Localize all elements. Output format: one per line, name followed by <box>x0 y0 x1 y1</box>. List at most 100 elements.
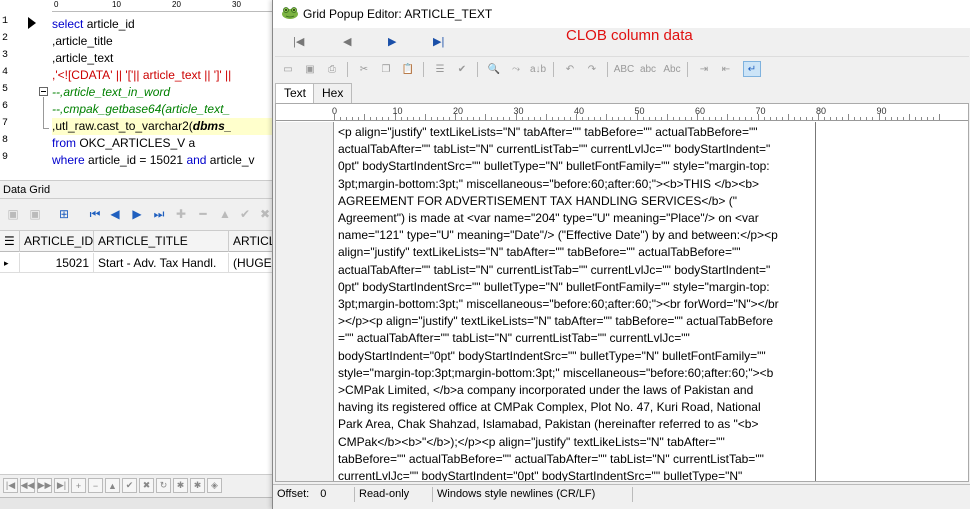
ruler-minor-tick <box>539 117 541 120</box>
nav-first-icon[interactable]: |◀ <box>3 478 18 493</box>
indent-icon[interactable]: ⇥ <box>695 61 713 77</box>
content-line: ="" actualTabAfter="" tabList="N" curren… <box>338 331 690 346</box>
ruler-minor-tick <box>739 117 741 120</box>
column-header[interactable]: ARTICLE_TITLE <box>94 231 229 252</box>
redo-icon[interactable]: ↷ <box>583 61 601 77</box>
content-line: Park Area, Chak Shahzad, Islamabad, Paki… <box>338 417 759 432</box>
line-number: 9 <box>2 152 9 163</box>
line-number: 4 <box>2 67 9 78</box>
grid-corner-icon[interactable]: ☰ <box>0 231 20 252</box>
content-line: 0pt" bodyStartIndentSrc="" bulletType="N… <box>338 279 770 294</box>
cell-article-title[interactable]: Start - Adv. Tax Handl. <box>94 253 229 273</box>
grid-options-icon[interactable]: ⊞ <box>55 205 73 223</box>
ruler-tick: 20 <box>172 0 181 9</box>
column-header[interactable]: ARTICLE <box>229 231 275 252</box>
paste-icon[interactable]: 📋 <box>399 61 417 77</box>
row-indicator-icon: ▸ <box>0 253 20 273</box>
ruler-minor-tick <box>811 117 813 120</box>
fold-collapse-icon[interactable] <box>39 87 48 96</box>
delete-record-icon[interactable]: ━ <box>194 205 212 223</box>
nav-refresh-icon[interactable]: ↻ <box>156 478 171 493</box>
toolbar-separator <box>423 62 424 77</box>
prior-record-icon[interactable]: ◀ <box>343 35 351 48</box>
code-text: ,article_text <box>52 51 114 65</box>
ruler-minor-tick <box>527 117 529 120</box>
outdent-icon[interactable]: ⇤ <box>717 61 735 77</box>
code-text: article_v <box>206 153 255 167</box>
clob-content[interactable]: <p align="justify" textLikeLists="N" tab… <box>338 124 818 481</box>
replace-icon[interactable]: a↓b <box>529 61 547 77</box>
cell-article-id[interactable]: 15021 <box>20 253 94 273</box>
line-number: 6 <box>2 101 9 112</box>
ruler-minor-tick <box>678 117 680 120</box>
sql-editor[interactable]: 0 10 20 30 1 2 3 4 5 6 7 8 9 select arti… <box>0 0 275 180</box>
sql-code[interactable]: select article_id ,article_title ,articl… <box>52 12 274 180</box>
last-record-icon[interactable]: ⏭ <box>150 205 168 223</box>
nav-bookmark-icon[interactable]: ✱ <box>173 478 188 493</box>
code-line: ,article_text <box>52 50 113 67</box>
nav-prior-page-icon[interactable]: ◀◀ <box>20 478 35 493</box>
tab-text[interactable]: Text <box>275 83 316 104</box>
ruler-minor-tick <box>896 117 898 120</box>
grid-popup-editor-window: Grid Popup Editor: ARTICLE_TEXT |◀ ◀ ▶ ▶… <box>272 0 970 509</box>
comment-text: --,article_text_in_word <box>52 85 171 99</box>
nav-last-icon[interactable]: ▶| <box>54 478 69 493</box>
ruler-minor-tick <box>666 114 668 120</box>
undo-icon[interactable]: ↶ <box>561 61 579 77</box>
nav-cancel-icon[interactable]: ✖ <box>139 478 154 493</box>
next-record-icon[interactable]: ▶ <box>128 205 146 223</box>
find-icon[interactable]: 🔍 <box>485 61 503 77</box>
column-header[interactable]: ARTICLE_ID <box>20 231 94 252</box>
cut-icon[interactable]: ✂ <box>355 61 373 77</box>
data-grid-table[interactable]: ☰ ARTICLE_ID ARTICLE_TITLE ARTICLE ▸ 150… <box>0 230 275 474</box>
uppercase-icon[interactable]: ABC <box>614 61 635 77</box>
nav-edit-icon[interactable]: ▲ <box>105 478 120 493</box>
check-icon[interactable]: ✔ <box>453 61 471 77</box>
content-line: >CMPak Limited, </b>a company incorporat… <box>338 383 754 398</box>
import-icon[interactable]: ▣ <box>26 205 44 223</box>
prior-record-icon[interactable]: ◀ <box>106 205 124 223</box>
save-icon[interactable]: ▣ <box>301 61 319 77</box>
ruler-tick: 0 <box>332 106 338 116</box>
content-line: tabBefore="" actualTabBefore="" actualTa… <box>338 451 764 466</box>
lowercase-icon[interactable]: abc <box>639 61 657 77</box>
status-newlines: Windows style newlines (CR/LF) <box>433 487 633 502</box>
first-record-icon[interactable]: |◀ <box>293 35 304 48</box>
copy-icon[interactable]: ❐ <box>377 61 395 77</box>
find-next-icon[interactable]: ⤳ <box>507 61 525 77</box>
select-all-icon[interactable]: ☰ <box>431 61 449 77</box>
keyword: select <box>52 17 84 31</box>
ruler-minor-tick <box>424 114 426 120</box>
next-record-icon[interactable]: ▶ <box>388 35 396 48</box>
print-icon[interactable]: ⎙ <box>323 61 341 77</box>
ruler-minor-tick <box>721 117 723 120</box>
export-icon[interactable]: ▣ <box>4 205 22 223</box>
nav-insert-icon[interactable]: + <box>71 478 86 493</box>
nav-next-page-icon[interactable]: ▶▶ <box>37 478 52 493</box>
word-wrap-icon[interactable]: ↵ <box>743 61 761 77</box>
nav-goto-bookmark-icon[interactable]: ✱ <box>190 478 205 493</box>
cell-article-text[interactable]: (HUGECL <box>229 253 275 273</box>
table-row[interactable]: ▸ 15021 Start - Adv. Tax Handl. (HUGECL <box>0 253 275 273</box>
capitalize-icon[interactable]: Abc <box>663 61 681 77</box>
insert-record-icon[interactable]: ✚ <box>172 205 190 223</box>
sql-ruler: 0 10 20 30 <box>52 0 274 12</box>
post-edit-icon[interactable]: ✔ <box>236 205 254 223</box>
ruler-minor-tick <box>866 117 868 120</box>
nav-delete-icon[interactable]: − <box>88 478 103 493</box>
ruler-tick: 40 <box>574 106 585 116</box>
last-record-icon[interactable]: ▶| <box>433 35 444 48</box>
nav-filter-icon[interactable]: ◈ <box>207 478 222 493</box>
ruler-minor-tick <box>745 117 747 120</box>
tab-hex[interactable]: Hex <box>313 83 353 103</box>
open-folder-icon[interactable]: ▭ <box>279 61 297 77</box>
clob-text-area[interactable]: 0 10 20 30 40 50 60 70 80 90 <p align="justify" t… <box>275 103 969 482</box>
ruler-minor-tick <box>479 117 481 120</box>
ruler-minor-tick <box>715 117 717 120</box>
move-up-icon[interactable]: ▲ <box>216 205 234 223</box>
nav-post-icon[interactable]: ✔ <box>122 478 137 493</box>
ruler-minor-tick <box>600 117 602 120</box>
window-title-bar[interactable]: Grid Popup Editor: ARTICLE_TEXT <box>273 0 970 28</box>
ruler-minor-tick <box>557 117 559 120</box>
first-record-icon[interactable]: ⏮ <box>86 205 104 223</box>
